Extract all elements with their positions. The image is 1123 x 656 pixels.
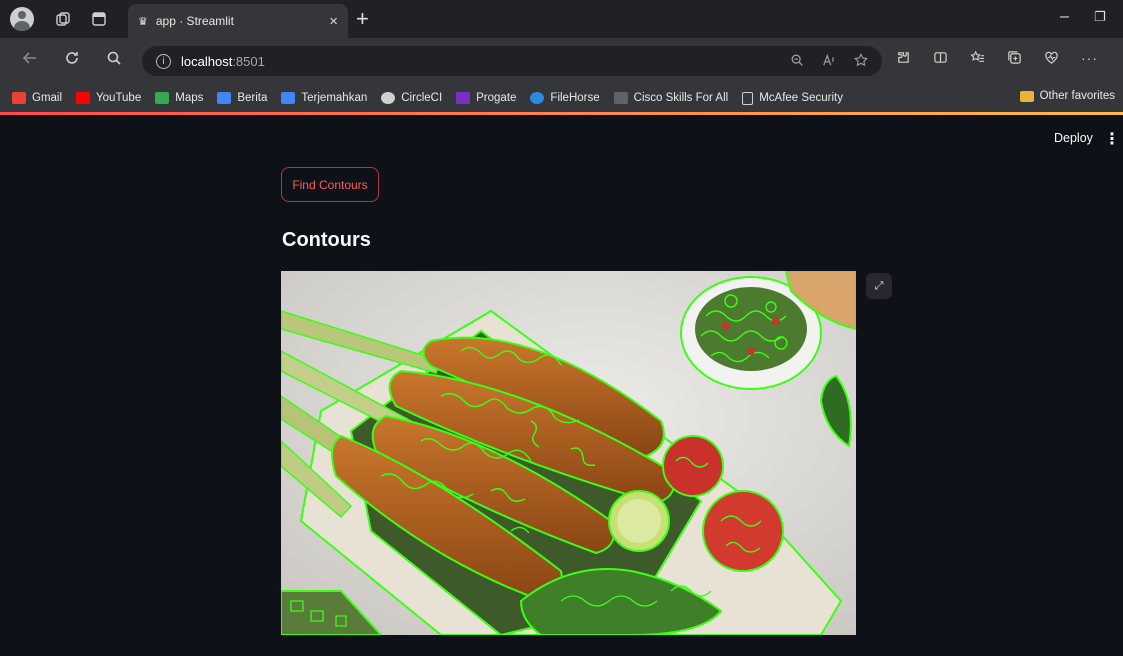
- gmail-icon: [12, 92, 26, 104]
- split-screen-icon[interactable]: [933, 50, 948, 68]
- contours-image: [281, 271, 856, 635]
- bookmarks-bar: Gmail YouTube Maps Berita Terjemahkan Ci…: [0, 84, 1123, 112]
- bookmark-berita[interactable]: Berita: [217, 92, 267, 104]
- deploy-button[interactable]: Deploy: [1054, 131, 1093, 145]
- other-favorites[interactable]: Other favorites: [1019, 90, 1115, 102]
- fullscreen-icon[interactable]: ⤢: [866, 273, 892, 299]
- bookmark-label: CircleCI: [401, 92, 443, 104]
- favorite-star-icon[interactable]: [853, 52, 869, 70]
- folder-icon: [1019, 90, 1034, 102]
- tab-active[interactable]: ♛ app · Streamlit ×: [128, 4, 348, 38]
- zoom-icon[interactable]: [790, 53, 804, 70]
- bookmark-label: Progate: [476, 92, 517, 104]
- bookmark-filehorse[interactable]: FileHorse: [530, 92, 600, 104]
- filehorse-icon: [530, 92, 545, 104]
- info-icon[interactable]: i: [156, 53, 171, 69]
- find-contours-button[interactable]: Find Contours: [281, 167, 379, 202]
- bookmark-label: YouTube: [96, 92, 142, 104]
- collections-icon[interactable]: [1007, 50, 1022, 68]
- section-heading: Contours: [282, 229, 371, 251]
- bookmark-label: Terjemahkan: [301, 92, 368, 104]
- favorites-icon[interactable]: [970, 50, 985, 68]
- new-tab-button[interactable]: +: [356, 6, 369, 32]
- url-host: localhost: [181, 53, 233, 69]
- bookmark-gmail[interactable]: Gmail: [12, 92, 62, 104]
- bookmark-mcafee[interactable]: McAfee Security: [742, 91, 843, 105]
- translate-icon: [281, 92, 296, 104]
- streamlit-app: Deploy ⋮ Find Contours Contours ⤢: [0, 115, 1123, 656]
- url-port: :8501: [232, 53, 265, 69]
- bookmark-youtube[interactable]: YouTube: [76, 92, 141, 104]
- crown-icon: ♛: [138, 15, 148, 28]
- contours-image-canvas: [281, 271, 856, 635]
- maps-icon: [155, 92, 170, 104]
- bookmark-circleci[interactable]: CircleCI: [381, 92, 442, 104]
- address-bar[interactable]: i localhost:8501: [142, 46, 882, 76]
- minimize-button[interactable]: –: [1060, 8, 1069, 26]
- progate-icon: [456, 92, 471, 104]
- bookmark-label: McAfee Security: [759, 92, 843, 104]
- youtube-icon: [76, 92, 91, 104]
- page-icon: [742, 91, 754, 105]
- restore-button[interactable]: ❐: [1094, 9, 1106, 25]
- bookmark-label: Cisco Skills For All: [633, 92, 729, 104]
- workspaces-icon[interactable]: [52, 8, 74, 30]
- bookmark-terjemahkan[interactable]: Terjemahkan: [281, 92, 367, 104]
- tab-actions-icon[interactable]: [88, 8, 110, 30]
- tab-strip: ♛ app · Streamlit × + – ❐: [0, 0, 1123, 38]
- bookmark-label: FileHorse: [550, 92, 600, 104]
- health-icon[interactable]: [1044, 50, 1059, 68]
- bookmark-maps[interactable]: Maps: [155, 92, 203, 104]
- read-aloud-icon[interactable]: [822, 53, 836, 70]
- extensions-icon[interactable]: [896, 50, 911, 68]
- bookmark-progate[interactable]: Progate: [456, 92, 516, 104]
- search-icon[interactable]: [106, 50, 122, 71]
- close-icon[interactable]: ×: [329, 13, 338, 30]
- bookmark-label: Gmail: [32, 92, 63, 104]
- cisco-icon: [613, 92, 628, 104]
- bookmark-cisco[interactable]: Cisco Skills For All: [613, 92, 729, 104]
- bookmark-label: Maps: [175, 92, 204, 104]
- profile-avatar[interactable]: [10, 7, 34, 31]
- other-favorites-label: Other favorites: [1039, 90, 1115, 102]
- circleci-icon: [381, 92, 396, 104]
- refresh-icon[interactable]: [64, 50, 80, 71]
- navigation-bar: i localhost:8501 ···: [0, 38, 1123, 84]
- bookmark-label: Berita: [237, 92, 268, 104]
- tab-title: app · Streamlit: [155, 14, 234, 28]
- main-menu-icon[interactable]: ⋮: [1104, 129, 1120, 149]
- more-options-icon[interactable]: ···: [1081, 50, 1098, 68]
- browser-window: ♛ app · Streamlit × + – ❐ i localhost:85…: [0, 0, 1123, 656]
- back-icon[interactable]: [22, 50, 38, 71]
- news-icon: [217, 92, 232, 104]
